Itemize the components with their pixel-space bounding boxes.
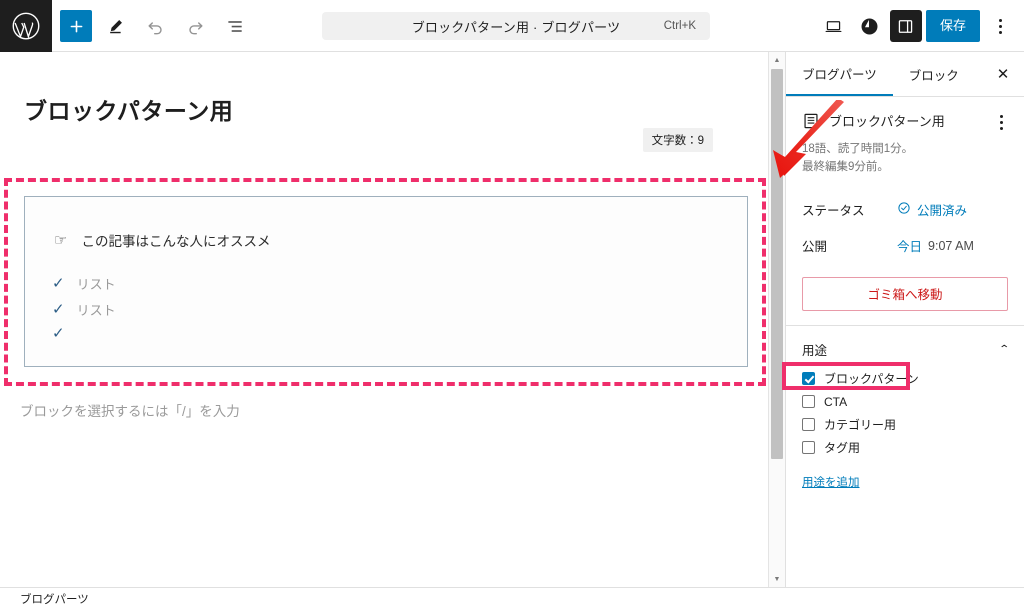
document-summary: ブロックパターン用 18語、読了時間1分。 最終編集9分前。 — [786, 97, 1024, 187]
wordpress-logo-icon — [11, 11, 41, 41]
scroll-down-arrow-icon[interactable]: ▼ — [769, 571, 785, 587]
empty-paragraph-placeholder[interactable]: ブロックを選択するには「/」を入力 — [20, 400, 240, 420]
check-icon: ✓ — [52, 275, 65, 292]
editor-top-bar: ブロックパターン用 · ブログパーツ Ctrl+K 保存 — [0, 0, 1024, 52]
preview-button[interactable] — [818, 10, 850, 42]
wordpress-logo-button[interactable] — [0, 0, 52, 52]
usage-term-list: ブロックパターン CTA カテゴリー用 タグ用 — [782, 361, 1024, 464]
redo-arrow-icon — [186, 17, 205, 36]
list-item-label: リスト — [76, 303, 116, 318]
pointing-hand-icon: ☞ — [54, 232, 68, 249]
settings-sidebar: ブログパーツ ブロック ✕ ブロックパターン用 18語、読了時間1分。 最終編集… — [782, 52, 1024, 587]
list-item[interactable]: ✓ リスト — [52, 274, 116, 293]
scrollbar-thumb[interactable] — [771, 69, 783, 459]
document-meta: 18語、読了時間1分。 最終編集9分前。 — [802, 141, 1008, 177]
publish-date-time: 9:07 AM — [928, 238, 974, 253]
usage-term-cta[interactable]: CTA — [802, 392, 1008, 412]
usage-term-label: CTA — [824, 394, 848, 409]
command-bar[interactable]: ブロックパターン用 · ブログパーツ Ctrl+K — [322, 12, 710, 40]
checkbox-icon[interactable] — [802, 418, 815, 432]
usage-section-header[interactable]: 用途 ⌃ — [786, 326, 1024, 367]
list-item[interactable]: ✓ — [52, 326, 77, 341]
check-icon: ✓ — [52, 301, 65, 318]
close-sidebar-button[interactable]: ✕ — [988, 59, 1018, 89]
add-usage-link[interactable]: 用途を追加 — [802, 474, 860, 490]
status-label: ステータス — [802, 204, 865, 219]
usage-term-tag[interactable]: タグ用 — [802, 438, 1008, 458]
list-item[interactable]: ✓ リスト — [52, 300, 116, 319]
editor-bottom-bar: ブログパーツ — [0, 587, 1024, 610]
save-button[interactable]: 保存 — [925, 10, 980, 42]
settings-sidebar-toggle[interactable] — [889, 10, 922, 42]
close-icon: ✕ — [996, 66, 1010, 83]
list-view-button[interactable] — [218, 9, 252, 43]
page-title[interactable]: ブロックパターン用 — [24, 92, 233, 126]
desktop-preview-icon — [824, 17, 843, 36]
document-overview-icon — [226, 17, 245, 36]
publish-date-button[interactable]: 今日 9:07 AM — [897, 236, 974, 255]
document-meta-words: 18語、読了時間1分。 — [802, 143, 914, 155]
pencil-icon — [106, 17, 125, 36]
wordpress-block-editor: ブロックパターン用 · ブログパーツ Ctrl+K 保存 ブロックパターン用 文… — [0, 0, 1024, 610]
scroll-up-arrow-icon[interactable]: ▲ — [769, 52, 785, 68]
status-row: ステータス 公開済み — [786, 195, 1024, 225]
usage-term-label: ブロックパターン — [824, 372, 919, 387]
canvas-scrollbar[interactable]: ▲ ▼ — [768, 52, 785, 587]
undo-button[interactable] — [138, 9, 172, 43]
list-item-label: リスト — [76, 277, 116, 292]
document-meta-edited: 最終編集9分前。 — [802, 160, 889, 173]
recommend-heading[interactable]: ☞ この記事はこんな人にオススメ — [54, 230, 270, 250]
checkbox-icon[interactable] — [802, 441, 815, 455]
sidebar-tabs: ブログパーツ ブロック ✕ — [786, 52, 1024, 97]
top-bar-tools — [60, 0, 252, 52]
jetpack-button[interactable] — [854, 10, 886, 42]
chevron-up-icon: ⌃ — [997, 343, 1010, 355]
check-icon: ✓ — [52, 325, 65, 342]
usage-term-label: タグ用 — [824, 441, 861, 456]
usage-section-title: 用途 — [802, 343, 828, 358]
more-options-button[interactable] — [984, 10, 1016, 42]
usage-term-label: カテゴリー用 — [824, 418, 897, 433]
status-badge[interactable]: 公開済み — [897, 200, 967, 219]
edit-tool-button[interactable] — [98, 9, 132, 43]
undo-arrow-icon — [146, 17, 165, 36]
published-check-icon — [897, 201, 911, 218]
settings-sidebar-icon — [896, 17, 915, 36]
jetpack-icon — [860, 17, 879, 36]
checkbox-checked-icon[interactable] — [802, 372, 815, 386]
word-count-badge: 文字数：9 — [642, 128, 713, 152]
breadcrumb[interactable]: ブログパーツ — [20, 591, 89, 607]
plus-icon — [68, 18, 85, 35]
move-to-trash-button[interactable]: ゴミ箱へ移動 — [802, 276, 1008, 311]
document-actions-button[interactable] — [990, 111, 1012, 133]
kebab-menu-icon — [998, 18, 1002, 34]
usage-term-category[interactable]: カテゴリー用 — [802, 415, 1008, 435]
tab-blog-parts[interactable]: ブログパーツ — [786, 52, 893, 96]
command-bar-title: ブロックパターン用 · ブログパーツ — [411, 19, 621, 35]
recommend-heading-text: この記事はこんな人にオススメ — [81, 234, 271, 249]
document-header: ブロックパターン用 — [802, 111, 1008, 130]
publish-date-day: 今日 — [897, 240, 923, 255]
command-bar-shortcut: Ctrl+K — [663, 20, 696, 32]
redo-button[interactable] — [178, 9, 212, 43]
tab-block[interactable]: ブロック — [893, 52, 975, 96]
usage-term-blockpattern[interactable]: ブロックパターン — [802, 369, 1008, 389]
usage-section: 用途 ⌃ ブロックパターン CTA カテゴリー用 タグ用 用途を追加 — [782, 324, 1024, 491]
document-name: ブロックパターン用 — [829, 114, 945, 129]
add-block-button[interactable] — [60, 10, 92, 42]
top-bar-right-tools: 保存 — [818, 0, 1016, 52]
checkbox-icon[interactable] — [802, 395, 815, 409]
publish-row: 公開 今日 9:07 AM — [786, 231, 1024, 261]
editor-canvas[interactable]: ブロックパターン用 文字数：9 ☞ この記事はこんな人にオススメ ✓ リスト ✓… — [0, 52, 786, 587]
status-value: 公開済み — [917, 204, 968, 219]
document-icon — [802, 112, 820, 130]
publish-label: 公開 — [802, 240, 828, 255]
pattern-block[interactable] — [24, 196, 748, 367]
